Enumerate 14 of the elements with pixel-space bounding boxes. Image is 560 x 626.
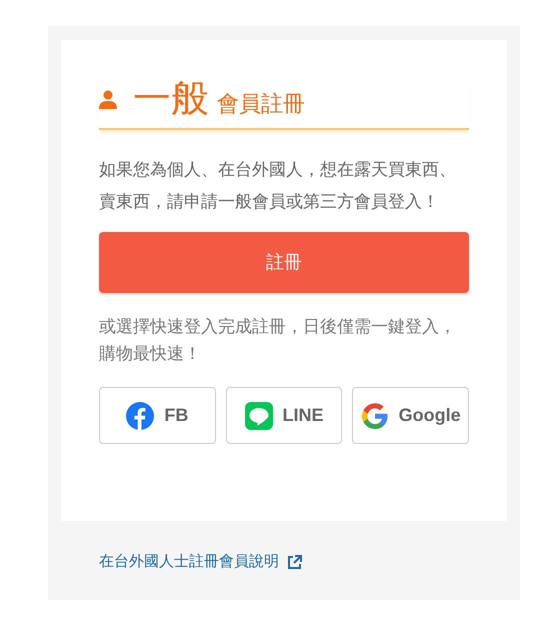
chat-bubble-icon (244, 402, 272, 430)
external-link-icon (287, 554, 302, 570)
facebook-icon (126, 402, 154, 430)
heading-subtitle: 會員註冊 (217, 92, 305, 116)
line-login-button[interactable]: LINE (226, 387, 342, 444)
facebook-login-button[interactable]: FB (99, 387, 216, 444)
heading-title: 一般 (133, 80, 209, 118)
google-icon (360, 402, 389, 430)
user-icon (99, 90, 117, 110)
google-login-button[interactable]: Google (352, 387, 470, 444)
intro-text: 如果您為個人、在台外國人，想在露天買東西、賣東西，請申請一般會員或第三方會員登入！ (99, 159, 457, 213)
foreign-guide-link[interactable]: 在台外國人士註冊會員說明 (99, 551, 302, 574)
quick-login-note: 或選擇快速登入完成註冊，日後僅需一鍵登入，購物最快速！ (99, 316, 457, 365)
register-button[interactable]: 註冊 (99, 232, 469, 293)
